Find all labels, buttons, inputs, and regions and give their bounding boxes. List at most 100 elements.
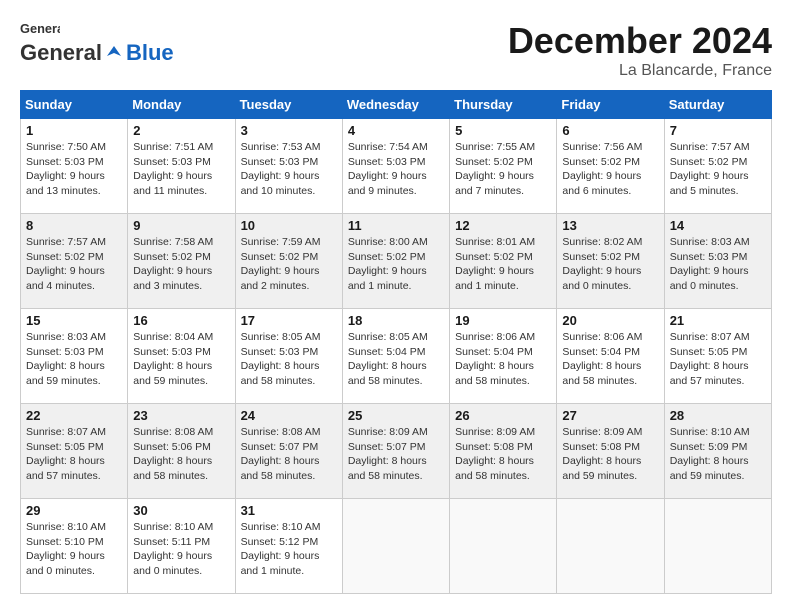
calendar-day (557, 499, 664, 594)
day-detail: Sunrise: 8:07 AM Sunset: 5:05 PM Dayligh… (26, 425, 122, 484)
day-detail: Sunrise: 8:08 AM Sunset: 5:07 PM Dayligh… (241, 425, 337, 484)
day-detail: Sunrise: 7:57 AM Sunset: 5:02 PM Dayligh… (670, 140, 766, 199)
calendar-day: 14 Sunrise: 8:03 AM Sunset: 5:03 PM Dayli… (664, 214, 771, 309)
calendar-day: 5Sunrise: 7:55 AM Sunset: 5:02 PM Daylig… (450, 119, 557, 214)
day-detail: Sunrise: 8:03 AM Sunset: 5:03 PM Dayligh… (26, 330, 122, 389)
calendar-day (342, 499, 449, 594)
day-detail: Sunrise: 8:05 AM Sunset: 5:04 PM Dayligh… (348, 330, 444, 389)
day-detail: Sunrise: 8:01 AM Sunset: 5:02 PM Dayligh… (455, 235, 551, 294)
day-detail: Sunrise: 8:06 AM Sunset: 5:04 PM Dayligh… (455, 330, 551, 389)
calendar-day: 16Sunrise: 8:04 AM Sunset: 5:03 PM Dayli… (128, 309, 235, 404)
weekday-header-monday: Monday (128, 91, 235, 119)
weekday-header-wednesday: Wednesday (342, 91, 449, 119)
day-detail: Sunrise: 8:00 AM Sunset: 5:02 PM Dayligh… (348, 235, 444, 294)
day-detail: Sunrise: 8:09 AM Sunset: 5:08 PM Dayligh… (455, 425, 551, 484)
day-detail: Sunrise: 8:10 AM Sunset: 5:09 PM Dayligh… (670, 425, 766, 484)
calendar-table: SundayMondayTuesdayWednesdayThursdayFrid… (20, 90, 772, 594)
day-number: 28 (670, 408, 766, 423)
day-number: 20 (562, 313, 658, 328)
calendar-day: 22 Sunrise: 8:07 AM Sunset: 5:05 PM Dayli… (21, 404, 128, 499)
day-number: 25 (348, 408, 444, 423)
day-detail: Sunrise: 7:54 AM Sunset: 5:03 PM Dayligh… (348, 140, 444, 199)
calendar-day: 1 Sunrise: 7:50 AM Sunset: 5:03 PM Daylig… (21, 119, 128, 214)
day-number: 8 (26, 218, 122, 233)
weekday-header-tuesday: Tuesday (235, 91, 342, 119)
day-number: 12 (455, 218, 551, 233)
calendar-day: 21 Sunrise: 8:07 AM Sunset: 5:05 PM Dayli… (664, 309, 771, 404)
calendar-day: 8 Sunrise: 7:57 AM Sunset: 5:02 PM Daylig… (21, 214, 128, 309)
calendar-day: 23Sunrise: 8:08 AM Sunset: 5:06 PM Dayli… (128, 404, 235, 499)
weekday-header-saturday: Saturday (664, 91, 771, 119)
day-number: 24 (241, 408, 337, 423)
day-number: 3 (241, 123, 337, 138)
day-number: 30 (133, 503, 229, 518)
calendar-day (450, 499, 557, 594)
calendar-day: 7Sunrise: 7:57 AM Sunset: 5:02 PM Daylig… (664, 119, 771, 214)
day-number: 11 (348, 218, 444, 233)
calendar-day: 27 Sunrise: 8:09 AM Sunset: 5:08 PM Dayli… (557, 404, 664, 499)
day-number: 5 (455, 123, 551, 138)
day-detail: Sunrise: 7:53 AM Sunset: 5:03 PM Dayligh… (241, 140, 337, 199)
day-number: 14 (670, 218, 766, 233)
weekday-header-row: SundayMondayTuesdayWednesdayThursdayFrid… (21, 91, 772, 119)
calendar-week-2: 8 Sunrise: 7:57 AM Sunset: 5:02 PM Daylig… (21, 214, 772, 309)
day-detail: Sunrise: 8:10 AM Sunset: 5:10 PM Dayligh… (26, 520, 122, 579)
day-number: 18 (348, 313, 444, 328)
day-number: 21 (670, 313, 766, 328)
day-number: 1 (26, 123, 122, 138)
day-detail: Sunrise: 8:07 AM Sunset: 5:05 PM Dayligh… (670, 330, 766, 389)
logo-icon: General (20, 20, 60, 38)
day-number: 15 (26, 313, 122, 328)
calendar-day: 13 Sunrise: 8:02 AM Sunset: 5:02 PM Dayli… (557, 214, 664, 309)
day-number: 29 (26, 503, 122, 518)
day-detail: Sunrise: 8:02 AM Sunset: 5:02 PM Dayligh… (562, 235, 658, 294)
day-detail: Sunrise: 7:57 AM Sunset: 5:02 PM Dayligh… (26, 235, 122, 294)
day-number: 27 (562, 408, 658, 423)
day-number: 17 (241, 313, 337, 328)
calendar-week-5: 29 Sunrise: 8:10 AM Sunset: 5:10 PM Dayli… (21, 499, 772, 594)
logo: General General Blue (20, 20, 174, 66)
day-number: 2 (133, 123, 229, 138)
location: La Blancarde, France (508, 62, 772, 80)
calendar-week-1: 1 Sunrise: 7:50 AM Sunset: 5:03 PM Daylig… (21, 119, 772, 214)
calendar-day: 30 Sunrise: 8:10 AM Sunset: 5:11 PM Dayli… (128, 499, 235, 594)
day-detail: Sunrise: 8:10 AM Sunset: 5:11 PM Dayligh… (133, 520, 229, 579)
day-detail: Sunrise: 7:50 AM Sunset: 5:03 PM Dayligh… (26, 140, 122, 199)
day-number: 13 (562, 218, 658, 233)
day-detail: Sunrise: 7:58 AM Sunset: 5:02 PM Dayligh… (133, 235, 229, 294)
day-number: 10 (241, 218, 337, 233)
day-number: 31 (241, 503, 337, 518)
calendar-day: 18 Sunrise: 8:05 AM Sunset: 5:04 PM Dayli… (342, 309, 449, 404)
day-detail: Sunrise: 8:09 AM Sunset: 5:08 PM Dayligh… (562, 425, 658, 484)
calendar-day: 29 Sunrise: 8:10 AM Sunset: 5:10 PM Dayli… (21, 499, 128, 594)
calendar-day: 20Sunrise: 8:06 AM Sunset: 5:04 PM Dayli… (557, 309, 664, 404)
page-header: General General Blue December 2024 La Bl… (20, 20, 772, 80)
month-title: December 2024 (508, 20, 772, 62)
calendar-day: 2Sunrise: 7:51 AM Sunset: 5:03 PM Daylig… (128, 119, 235, 214)
weekday-header-friday: Friday (557, 91, 664, 119)
calendar-day: 26Sunrise: 8:09 AM Sunset: 5:08 PM Dayli… (450, 404, 557, 499)
calendar-day: 25Sunrise: 8:09 AM Sunset: 5:07 PM Dayli… (342, 404, 449, 499)
logo-general: General (20, 40, 102, 66)
title-area: December 2024 La Blancarde, France (508, 20, 772, 80)
day-number: 4 (348, 123, 444, 138)
calendar-day: 24 Sunrise: 8:08 AM Sunset: 5:07 PM Dayli… (235, 404, 342, 499)
calendar-day: 19Sunrise: 8:06 AM Sunset: 5:04 PM Dayli… (450, 309, 557, 404)
day-detail: Sunrise: 8:05 AM Sunset: 5:03 PM Dayligh… (241, 330, 337, 389)
calendar-day: 17 Sunrise: 8:05 AM Sunset: 5:03 PM Dayli… (235, 309, 342, 404)
day-number: 9 (133, 218, 229, 233)
logo-bird-icon (103, 42, 125, 64)
day-number: 22 (26, 408, 122, 423)
calendar-day: 15 Sunrise: 8:03 AM Sunset: 5:03 PM Dayli… (21, 309, 128, 404)
weekday-header-thursday: Thursday (450, 91, 557, 119)
day-number: 6 (562, 123, 658, 138)
day-detail: Sunrise: 8:04 AM Sunset: 5:03 PM Dayligh… (133, 330, 229, 389)
day-detail: Sunrise: 8:03 AM Sunset: 5:03 PM Dayligh… (670, 235, 766, 294)
calendar-day: 4 Sunrise: 7:54 AM Sunset: 5:03 PM Daylig… (342, 119, 449, 214)
calendar-day (664, 499, 771, 594)
calendar-day: 10Sunrise: 7:59 AM Sunset: 5:02 PM Dayli… (235, 214, 342, 309)
svg-text:General: General (20, 21, 60, 36)
calendar-day: 6Sunrise: 7:56 AM Sunset: 5:02 PM Daylig… (557, 119, 664, 214)
calendar-day: 3 Sunrise: 7:53 AM Sunset: 5:03 PM Daylig… (235, 119, 342, 214)
logo-blue: Blue (126, 40, 174, 66)
